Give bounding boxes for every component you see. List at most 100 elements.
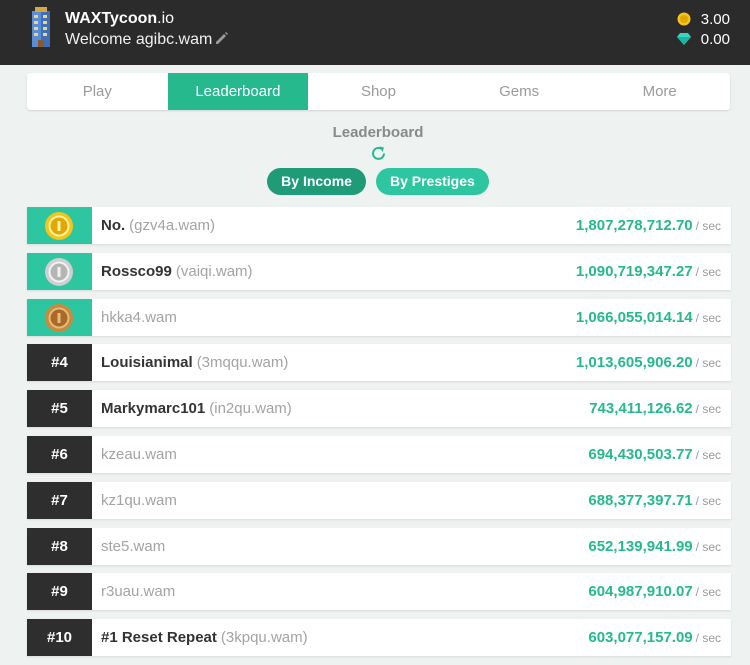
income-unit: / sec (695, 585, 721, 600)
by-income-button[interactable]: By Income (267, 168, 366, 195)
player-name: kzeau.wam (101, 436, 177, 473)
player-name: Rossco99 (vaiqi.wam) (101, 253, 253, 290)
refresh-icon[interactable] (370, 145, 387, 162)
tab-gems[interactable]: Gems (449, 73, 590, 110)
rank-medal (27, 207, 92, 244)
player-account: (in2qu.wam) (209, 400, 292, 418)
player-account: (vaiqi.wam) (175, 262, 253, 280)
player-name: No. (gzv4a.wam) (101, 207, 215, 244)
rank-number: #5 (27, 390, 92, 428)
player-nickname: No. (101, 217, 126, 234)
tab-more[interactable]: More (589, 73, 730, 110)
leaderboard-row[interactable]: #6 kzeau.wam 694,430,503.77/ sec (27, 435, 731, 474)
leaderboard-list: No. (gzv4a.wam) 1,807,278,712.70/ sec Rossc… (27, 207, 731, 665)
rank-number: #8 (27, 527, 92, 565)
gold-coin-icon (677, 12, 691, 26)
rank-number: #9 (27, 573, 92, 611)
player-account: kz1qu.wam (101, 491, 177, 509)
player-name: Markymarc101 (in2qu.wam) (101, 390, 292, 427)
player-account: (3kpqu.wam) (220, 629, 308, 647)
rank-number: #7 (27, 481, 92, 519)
leaderboard-row[interactable]: #10 #1 Reset Repeat (3kpqu.wam) 603,077,157… (27, 619, 731, 657)
income-value: 652,139,941.99 (588, 537, 693, 555)
income-unit: / sec (695, 402, 721, 417)
top-bar: WAXTycoon.io Welcome agibc.wam 3.00 0.00 (0, 0, 750, 65)
income-value: 1,013,605,906.20 (575, 354, 693, 372)
leaderboard-row[interactable]: #8 ste5.wam 652,139,941.99/ sec (27, 527, 731, 566)
player-name: r3uau.wam (101, 573, 175, 610)
player-nickname: Rossco99 (101, 262, 172, 280)
income-value: 694,430,503.77 (588, 445, 693, 463)
player-nickname: Markymarc101 (101, 400, 206, 418)
player-account: (3mqqu.wam) (196, 354, 289, 372)
income-score: 743,411,126.62/ sec (589, 390, 721, 428)
bronze-medal-icon (45, 303, 73, 332)
by-prestiges-button[interactable]: By Prestiges (375, 168, 489, 195)
gold-medal-icon (45, 212, 73, 240)
leaderboard-row[interactable]: #7 kz1qu.wam 688,377,397.71/ sec (27, 481, 731, 520)
income-score: 603,077,157.09/ sec (588, 619, 721, 657)
brand-name: WAXTycoon (65, 10, 158, 27)
app-title: WAXTycoon.io (65, 10, 174, 28)
gem-balance-value: 0.00 (700, 31, 730, 48)
silver-medal-icon (45, 257, 73, 286)
player-account: kzeau.wam (101, 445, 177, 463)
leaderboard-row[interactable]: #4 Louisianimal (3mqqu.wam) 1,013,605,906.2… (27, 344, 731, 382)
income-unit: / sec (695, 631, 721, 646)
brand-suffix: .io (157, 10, 175, 27)
income-unit: / sec (695, 219, 721, 233)
tab-leaderboard[interactable]: Leaderboard (167, 73, 309, 110)
income-score: 694,430,503.77/ sec (588, 436, 721, 474)
player-account: (gzv4a.wam) (129, 217, 216, 234)
leaderboard-row[interactable]: #9 r3uau.wam 604,987,910.07/ sec (27, 573, 731, 611)
player-name: ste5.wam (101, 528, 165, 565)
income-score: 688,377,397.71/ sec (588, 482, 721, 520)
income-score: 652,139,941.99/ sec (588, 528, 721, 566)
income-value: 1,807,278,712.70 (575, 217, 693, 234)
income-value: 1,066,055,014.14 (575, 308, 693, 326)
income-value: 688,377,397.71 (588, 491, 693, 509)
player-account: ste5.wam (101, 537, 166, 555)
income-value: 604,987,910.07 (588, 583, 693, 601)
gold-balance-value: 3.00 (700, 11, 730, 28)
income-unit: / sec (695, 493, 721, 508)
player-nickname: Louisianimal (101, 354, 193, 372)
income-score: 604,987,910.07/ sec (588, 573, 721, 611)
leaderboard-title: Leaderboard (332, 124, 424, 141)
gem-balance: 0.00 (676, 31, 730, 48)
building-icon (32, 7, 50, 47)
leaderboard-row[interactable]: #5 Markymarc101 (in2qu.wam) 743,411,126.62/… (27, 390, 731, 428)
leaderboard-row[interactable]: No. (gzv4a.wam) 1,807,278,712.70/ sec (27, 207, 731, 244)
leaderboard-filters: By Income By Prestiges (0, 168, 750, 195)
rank-number: #4 (27, 344, 92, 382)
player-name: hkka4.wam (101, 299, 177, 336)
player-account: hkka4.wam (101, 308, 177, 326)
income-score: 1,013,605,906.20/ sec (576, 344, 721, 382)
leaderboard-row[interactable]: hkka4.wam 1,066,055,014.14/ sec (27, 298, 731, 337)
welcome-text: Welcome agibc.wam (65, 31, 213, 48)
rank-number: #10 (27, 619, 92, 657)
income-value: 603,077,157.09 (588, 629, 693, 647)
rank-number: #6 (27, 435, 92, 473)
tab-play[interactable]: Play (27, 73, 168, 110)
income-value: 1,090,719,347.27 (575, 262, 693, 280)
income-unit: / sec (695, 539, 721, 554)
income-unit: / sec (695, 264, 721, 279)
income-value: 743,411,126.62 (589, 400, 693, 418)
income-score: 1,090,719,347.27/ sec (576, 253, 721, 291)
player-account: r3uau.wam (101, 583, 176, 601)
income-unit: / sec (695, 310, 721, 325)
player-nickname: #1 Reset Repeat (101, 629, 217, 647)
player-name: #1 Reset Repeat (3kpqu.wam) (101, 619, 308, 656)
income-score: 1,807,278,712.70/ sec (576, 207, 721, 245)
income-unit: / sec (695, 447, 721, 462)
diamond-icon (676, 33, 691, 45)
rank-medal (27, 298, 92, 336)
leaderboard-row[interactable]: Rossco99 (vaiqi.wam) 1,090,719,347.27/ sec (27, 252, 731, 291)
player-name: kz1qu.wam (101, 482, 177, 519)
income-score: 1,066,055,014.14/ sec (576, 299, 721, 337)
gold-balance: 3.00 (677, 11, 730, 28)
tab-shop[interactable]: Shop (308, 73, 449, 110)
pencil-icon[interactable] (214, 30, 230, 46)
main-tabs: Play Leaderboard Shop Gems More (27, 73, 730, 110)
